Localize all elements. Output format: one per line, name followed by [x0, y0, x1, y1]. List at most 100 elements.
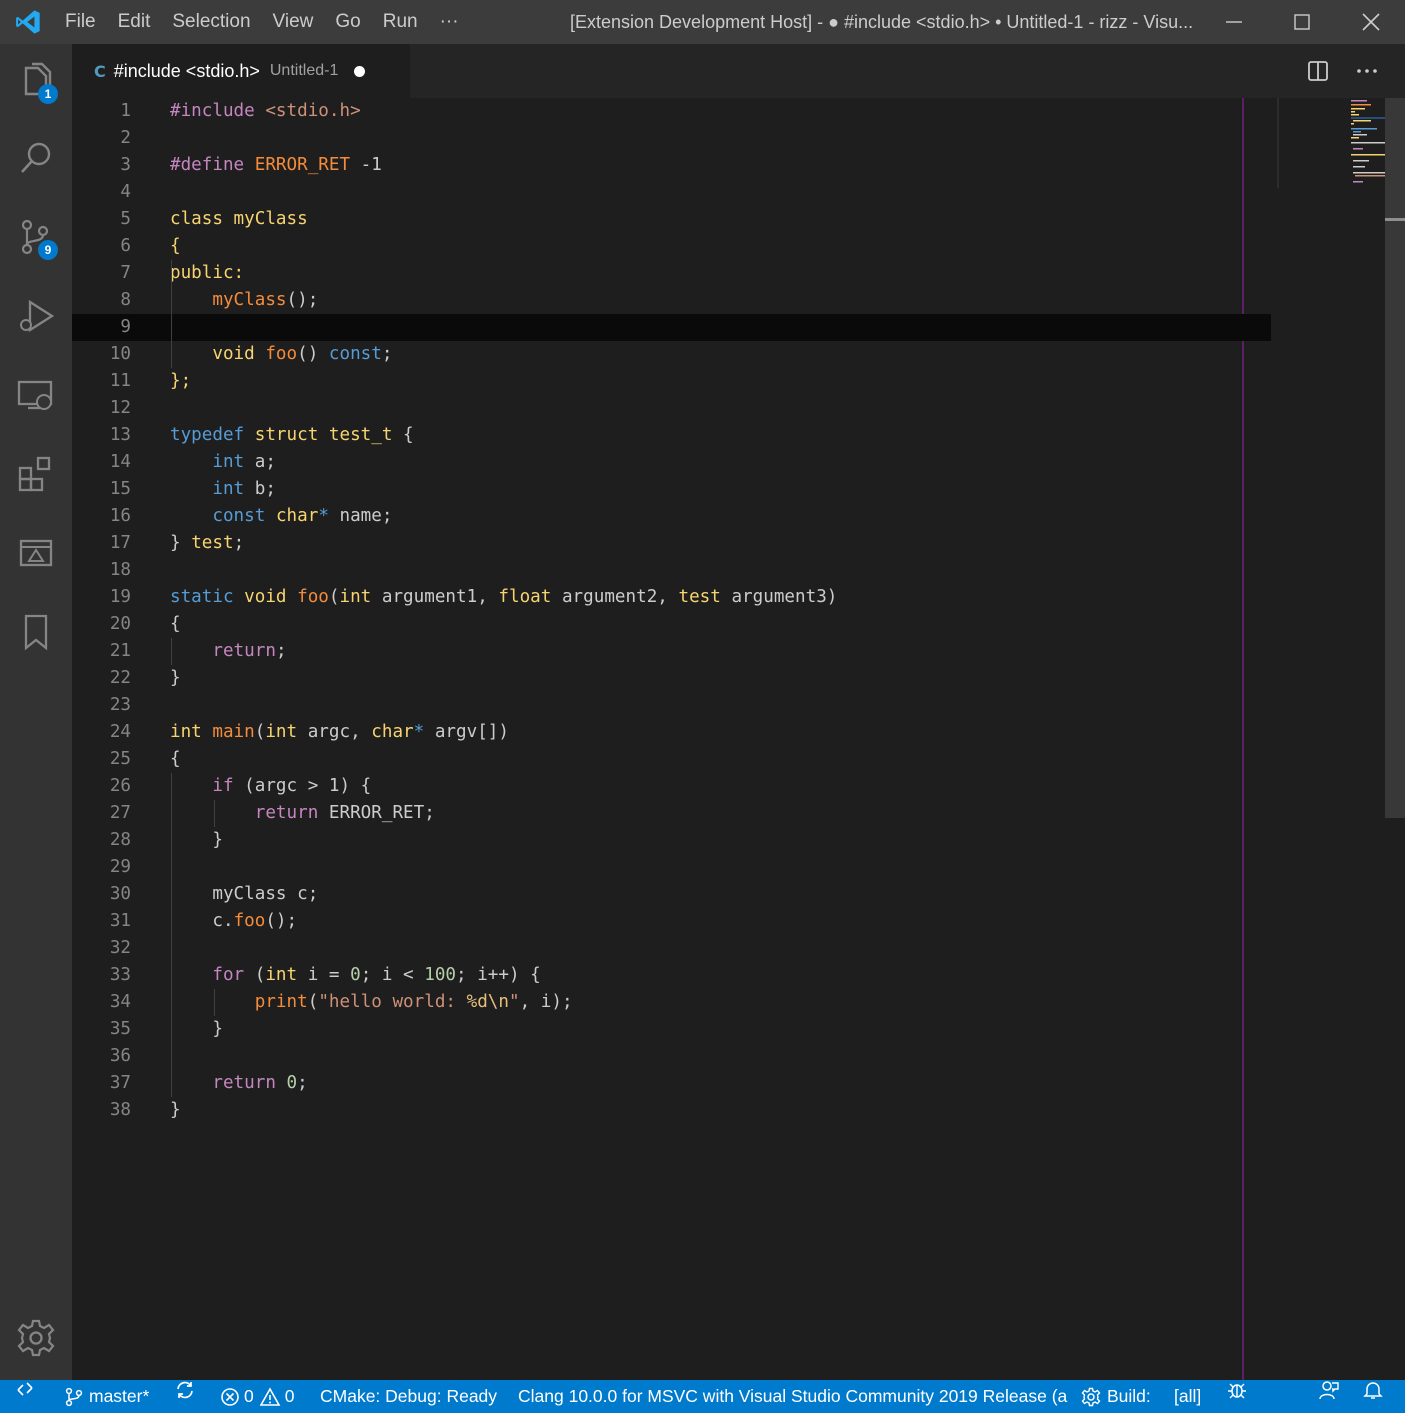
remote-indicator[interactable] — [16, 1380, 34, 1398]
code-token: ( — [254, 722, 266, 742]
maximize-button[interactable] — [1279, 0, 1325, 44]
code-line[interactable]: 9 — [72, 314, 1271, 341]
code-line[interactable]: 20 { — [72, 611, 1272, 638]
code-line[interactable]: 27 return ERROR_RET; — [72, 800, 1272, 827]
code-token: b; — [254, 479, 276, 499]
explorer-button[interactable]: 1 — [0, 44, 72, 116]
unsaved-dot-icon[interactable] — [354, 65, 366, 77]
feedback-icon — [1319, 1381, 1339, 1400]
line-number: 28 — [109, 830, 131, 850]
code-line[interactable]: 23 — [72, 692, 1272, 719]
more-actions-icon[interactable] — [1355, 60, 1379, 82]
line-code: } — [170, 827, 223, 854]
code-token: name; — [328, 506, 393, 526]
sync-button[interactable] — [174, 1380, 196, 1400]
menu-go[interactable]: Go — [324, 0, 371, 44]
code-line[interactable]: 35 } — [72, 1016, 1272, 1043]
code-token: for — [212, 965, 255, 985]
code-line[interactable]: 8 myClass(); — [72, 287, 1272, 314]
code-line[interactable]: 31 c.foo(); — [72, 908, 1272, 935]
code-line[interactable]: 13 typedef struct test_t { — [72, 422, 1272, 449]
code-line[interactable]: 17} test; — [72, 530, 1272, 557]
code-token: myClass — [212, 290, 287, 310]
code-line[interactable]: 2 — [72, 125, 1272, 152]
code-line[interactable]: 6{ — [72, 233, 1272, 260]
code-line[interactable]: 38} — [72, 1097, 1272, 1124]
code-token: (argc > 1) { — [244, 776, 372, 796]
warning-icon — [259, 1386, 281, 1406]
code-line[interactable]: 12 — [72, 395, 1272, 422]
code-line[interactable]: 4 — [72, 179, 1272, 206]
feedback-button[interactable] — [1318, 1380, 1340, 1400]
code-line[interactable]: 36 — [72, 1043, 1272, 1070]
code-line[interactable]: 25 { — [72, 746, 1272, 773]
line-code: int a; — [170, 449, 276, 476]
code-token: test — [191, 533, 234, 553]
code-line[interactable]: 5 class myClass — [72, 206, 1272, 233]
search-button[interactable] — [0, 122, 72, 194]
code-line[interactable]: 33 for (int i = 0; i < 100; i++) { — [72, 962, 1272, 989]
code-line[interactable]: 34 print("hello world: %d\n", i); — [72, 989, 1272, 1016]
remote-icon — [17, 1382, 33, 1396]
code-line[interactable]: 32 — [72, 935, 1272, 962]
code-line[interactable]: 18 — [72, 557, 1272, 584]
menu-run[interactable]: Run — [372, 0, 429, 44]
code-line[interactable]: 24 int main(int argc, char* argv[]) — [72, 719, 1272, 746]
build-target[interactable]: [all] — [1174, 1380, 1201, 1413]
remote-explorer-button[interactable] — [0, 359, 72, 431]
extensions-icon — [18, 456, 51, 492]
code-line[interactable]: 16 const char* name; — [72, 503, 1272, 530]
line-number: 14 — [109, 452, 131, 472]
line-number: 9 — [120, 317, 131, 337]
cmake-status[interactable]: CMake: Debug: Ready — [320, 1380, 497, 1413]
code-line[interactable]: 37 return 0; — [72, 1070, 1272, 1097]
cmake-button[interactable] — [0, 517, 72, 589]
notifications-button[interactable] — [1363, 1380, 1383, 1400]
code-line[interactable]: 15 int b; — [72, 476, 1272, 503]
code-line[interactable]: 3 #define ERROR_RET -1 — [72, 152, 1272, 179]
code-line[interactable]: 10 void foo() const; — [72, 341, 1272, 368]
code-editor[interactable]: 1 #include <stdio.h> 2 3 #define ERROR_RET -… — [72, 98, 1405, 1380]
menu-view[interactable]: View — [262, 0, 325, 44]
code-line[interactable]: 7 public: — [72, 260, 1272, 287]
line-number: 22 — [109, 668, 131, 688]
line-code: myClass(); — [170, 287, 318, 314]
source-control-button[interactable]: 9 — [0, 201, 72, 273]
code-line[interactable]: 19 static void foo(int argument1, float a… — [72, 584, 1272, 611]
vertical-scrollbar-thumb[interactable] — [1385, 98, 1405, 818]
split-editor-icon[interactable] — [1307, 60, 1329, 82]
branch-status[interactable]: master* — [64, 1380, 149, 1413]
problems-status[interactable]: 0 0 — [220, 1380, 294, 1413]
extensions-button[interactable] — [0, 438, 72, 510]
code-line[interactable]: 30 myClass c; — [72, 881, 1272, 908]
code-line[interactable]: 1 #include <stdio.h> — [72, 98, 1272, 125]
menu-selection[interactable]: Selection — [161, 0, 261, 44]
code-token: argument1, — [381, 587, 499, 607]
manage-button[interactable] — [0, 1302, 72, 1374]
minimize-button[interactable] — [1211, 0, 1257, 44]
cmake-build-button[interactable]: Build: — [1081, 1380, 1151, 1413]
menu-file[interactable]: File — [54, 0, 107, 44]
line-number: 1 — [120, 101, 131, 121]
close-button[interactable] — [1348, 0, 1394, 44]
code-token: , i); — [519, 992, 573, 1012]
code-line[interactable]: 21 return; — [72, 638, 1272, 665]
run-debug-button[interactable] — [0, 280, 72, 352]
debug-button[interactable] — [1227, 1380, 1247, 1400]
code-line[interactable]: 11}; — [72, 368, 1272, 395]
tab-untitled-1[interactable]: C #include <stdio.h> Untitled-1 — [72, 44, 410, 98]
line-code: { — [170, 746, 181, 773]
menu-more[interactable]: ··· — [429, 0, 470, 44]
code-line[interactable]: 14 int a; — [72, 449, 1272, 476]
code-line[interactable]: 28 } — [72, 827, 1272, 854]
menu-edit[interactable]: Edit — [107, 0, 162, 44]
line-number: 26 — [109, 776, 131, 796]
code-line[interactable]: 29 — [72, 854, 1272, 881]
code-line[interactable]: 26 if (argc > 1) { — [72, 773, 1272, 800]
bookmarks-button[interactable] — [0, 596, 72, 668]
code-line[interactable]: 22} — [72, 665, 1272, 692]
line-number: 27 — [109, 803, 131, 823]
minimap[interactable] — [1277, 98, 1385, 188]
cmake-kit-status[interactable]: Clang 10.0.0 for MSVC with Visual Studio… — [518, 1380, 1067, 1413]
code-token: { — [403, 425, 414, 445]
